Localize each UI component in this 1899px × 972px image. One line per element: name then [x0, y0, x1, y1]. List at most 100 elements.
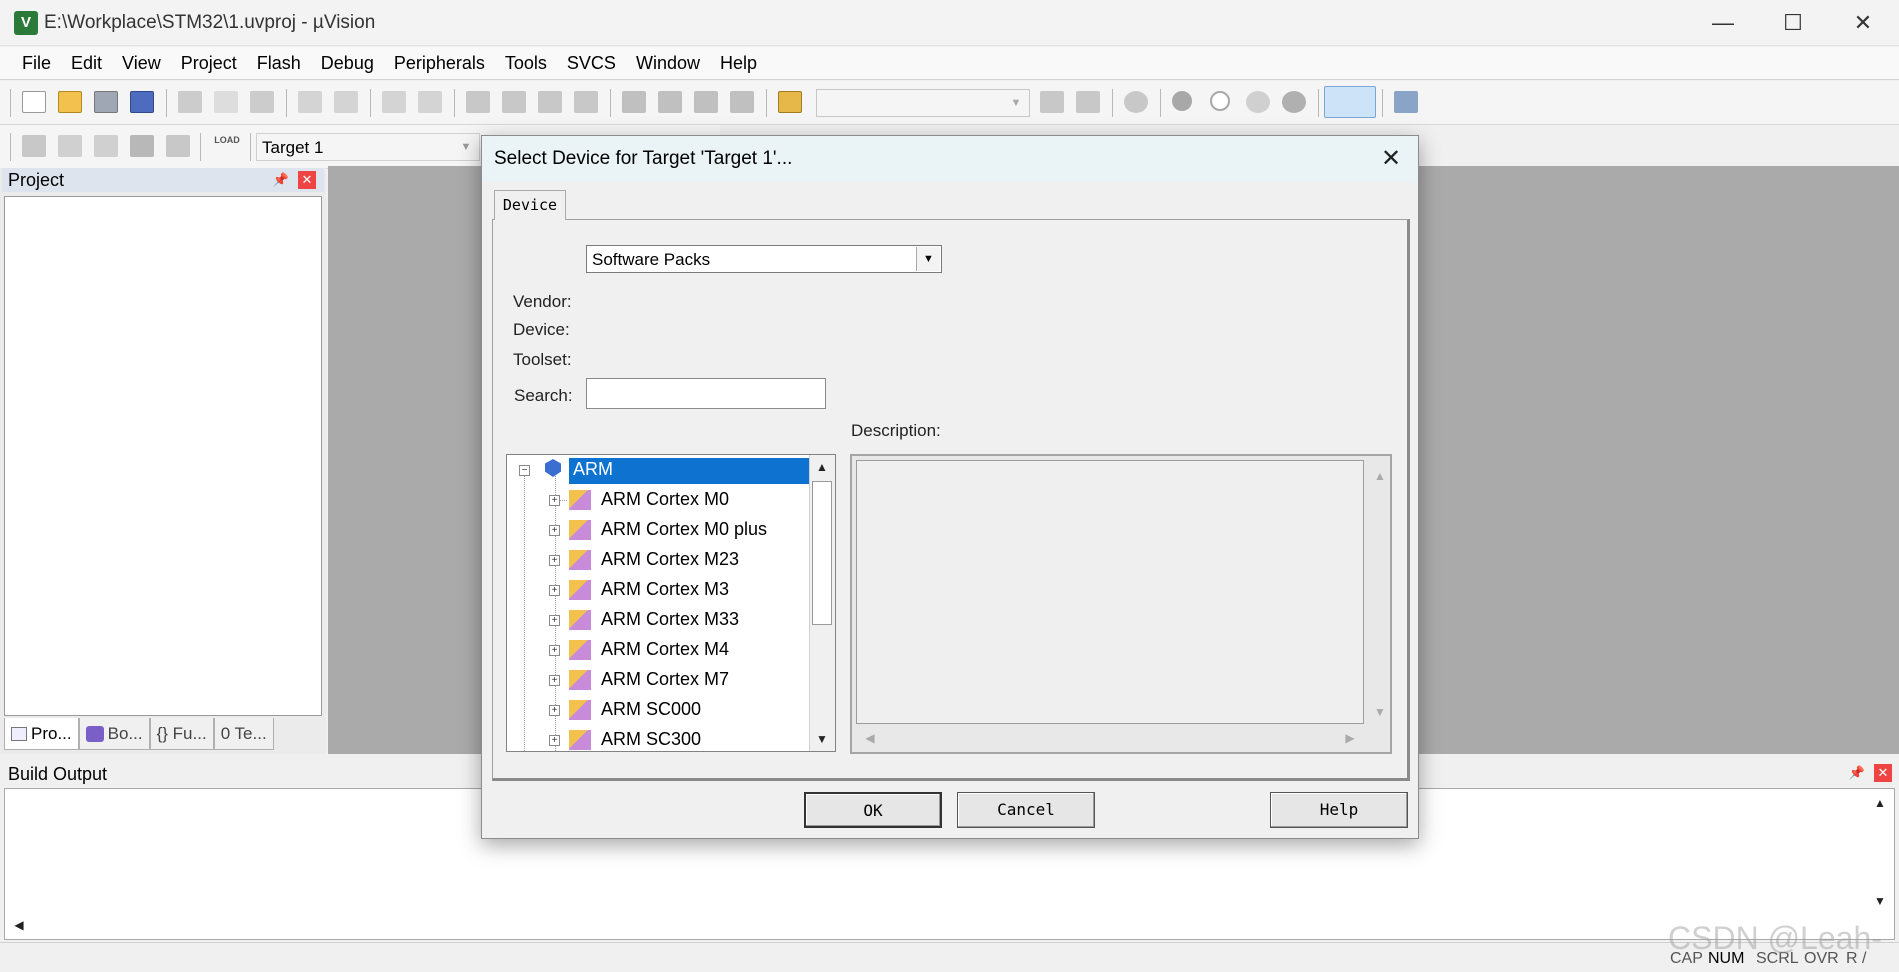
build-icon[interactable] — [58, 135, 82, 157]
previous-bookmark-icon[interactable] — [502, 91, 526, 113]
menu-project[interactable]: Project — [171, 53, 247, 74]
scroll-left-icon[interactable]: ◀ — [7, 913, 31, 937]
ok-button[interactable]: OK — [804, 792, 942, 828]
scroll-down-icon[interactable]: ▼ — [1368, 700, 1392, 724]
start-debug-icon[interactable] — [1124, 91, 1148, 113]
window-layout-icon[interactable] — [1324, 86, 1376, 118]
comment-icon[interactable] — [694, 91, 718, 113]
download-load-icon[interactable]: LOAD — [212, 135, 242, 157]
menu-peripherals[interactable]: Peripherals — [384, 53, 495, 74]
tab-functions[interactable]: {} Fu... — [149, 718, 214, 750]
navigate-back-icon[interactable] — [382, 91, 406, 113]
tree-item-cortex-m33[interactable]: + ARM Cortex M33 — [507, 605, 807, 635]
scroll-up-icon[interactable]: ▲ — [1368, 464, 1392, 488]
description-text[interactable] — [856, 460, 1364, 724]
copy-icon[interactable] — [214, 91, 238, 113]
scroll-down-icon[interactable]: ▼ — [1868, 889, 1892, 913]
expand-icon[interactable]: + — [549, 705, 560, 716]
unindent-icon[interactable] — [658, 91, 682, 113]
undo-icon[interactable] — [298, 91, 322, 113]
scroll-left-icon[interactable]: ◀ — [858, 726, 882, 750]
expand-icon[interactable]: + — [549, 555, 560, 566]
tree-item-sc300[interactable]: + ARM SC300 — [507, 725, 807, 751]
translate-icon[interactable] — [22, 135, 46, 157]
tab-device[interactable]: Device — [494, 190, 566, 220]
scroll-thumb[interactable] — [812, 481, 832, 625]
batch-build-icon[interactable] — [130, 135, 154, 157]
next-bookmark-icon[interactable] — [538, 91, 562, 113]
tree-scrollbar[interactable]: ▲ ▼ — [809, 455, 835, 751]
tree-item-cortex-m0-plus[interactable]: + ARM Cortex M0 plus — [507, 515, 807, 545]
tree-item-cortex-m3[interactable]: + ARM Cortex M3 — [507, 575, 807, 605]
expand-icon[interactable]: + — [549, 645, 560, 656]
device-tree[interactable]: − ARM + ARM Cortex M0 + ARM Cortex M0 pl… — [506, 454, 836, 752]
stop-build-icon[interactable] — [166, 135, 190, 157]
tab-books[interactable]: Bo... — [78, 718, 150, 750]
scroll-down-icon[interactable]: ▼ — [810, 727, 834, 751]
expand-icon[interactable]: + — [549, 675, 560, 686]
software-packs-select[interactable]: Software Packs ▼ — [586, 245, 942, 273]
breakpoint-icon[interactable] — [1172, 91, 1192, 111]
scroll-up-icon[interactable]: ▲ — [1868, 791, 1892, 815]
tab-templates[interactable]: 0 Te... — [213, 718, 274, 750]
rebuild-icon[interactable] — [94, 135, 118, 157]
scroll-right-icon[interactable]: ▶ — [1338, 726, 1362, 750]
menu-window[interactable]: Window — [626, 53, 710, 74]
indent-icon[interactable] — [622, 91, 646, 113]
tree-item-cortex-m7[interactable]: + ARM Cortex M7 — [507, 665, 807, 695]
incremental-find-icon[interactable] — [1076, 91, 1100, 113]
find-icon[interactable] — [1040, 91, 1064, 113]
expand-icon[interactable]: + — [549, 525, 560, 536]
minimize-button[interactable]: — — [1688, 0, 1758, 46]
close-panel-icon[interactable]: ✕ — [1874, 764, 1892, 782]
navigate-forward-icon[interactable] — [418, 91, 442, 113]
tree-item-cortex-m0[interactable]: + ARM Cortex M0 — [507, 485, 807, 515]
menu-edit[interactable]: Edit — [61, 53, 112, 74]
cut-icon[interactable] — [178, 91, 202, 113]
close-window-button[interactable]: ✕ — [1828, 0, 1898, 46]
save-icon[interactable] — [94, 91, 118, 113]
open-file-icon[interactable] — [58, 91, 82, 113]
menu-view[interactable]: View — [112, 53, 171, 74]
maximize-button[interactable]: ☐ — [1758, 0, 1828, 46]
menu-file[interactable]: File — [12, 53, 61, 74]
expand-icon[interactable]: + — [549, 735, 560, 746]
pin-icon[interactable]: 📌 — [1848, 764, 1866, 782]
expand-icon[interactable]: + — [549, 495, 560, 506]
menu-debug[interactable]: Debug — [311, 53, 384, 74]
target-select[interactable]: Target 1 ▼ — [256, 133, 480, 161]
help-button[interactable]: Help — [1270, 792, 1408, 828]
scroll-up-icon[interactable]: ▲ — [810, 455, 834, 479]
disable-breakpoint-icon[interactable] — [1210, 91, 1230, 111]
new-file-icon[interactable] — [22, 91, 46, 113]
dialog-close-button[interactable]: ✕ — [1376, 144, 1406, 174]
search-input[interactable] — [586, 378, 826, 409]
pin-icon[interactable]: 📌 — [272, 171, 290, 189]
uncomment-icon[interactable] — [730, 91, 754, 113]
redo-icon[interactable] — [334, 91, 358, 113]
menu-flash[interactable]: Flash — [247, 53, 311, 74]
tree-item-sc000[interactable]: + ARM SC000 — [507, 695, 807, 725]
find-in-files-icon[interactable] — [778, 91, 802, 113]
expand-icon[interactable]: + — [549, 585, 560, 596]
paste-icon[interactable] — [250, 91, 274, 113]
expand-icon[interactable]: + — [549, 615, 560, 626]
save-all-icon[interactable] — [130, 91, 154, 113]
close-panel-icon[interactable]: ✕ — [298, 171, 316, 189]
find-combo[interactable]: ▼ — [816, 89, 1030, 117]
menu-tools[interactable]: Tools — [495, 53, 557, 74]
configure-wrench-icon[interactable] — [1394, 91, 1418, 113]
tree-item-cortex-m23[interactable]: + ARM Cortex M23 — [507, 545, 807, 575]
project-tree[interactable] — [4, 196, 322, 716]
tab-project[interactable]: Pro... — [4, 718, 79, 750]
insert-bookmark-icon[interactable] — [466, 91, 490, 113]
cancel-button[interactable]: Cancel — [957, 792, 1095, 828]
menu-svcs[interactable]: SVCS — [557, 53, 626, 74]
tree-item-arm[interactable]: − ARM — [507, 455, 812, 485]
kill-all-breakpoints-icon[interactable] — [1282, 91, 1306, 113]
collapse-icon[interactable]: − — [519, 465, 530, 476]
menu-help[interactable]: Help — [710, 53, 767, 74]
tree-item-cortex-m4[interactable]: + ARM Cortex M4 — [507, 635, 807, 665]
disable-all-breakpoints-icon[interactable] — [1246, 91, 1270, 113]
clear-bookmarks-icon[interactable] — [574, 91, 598, 113]
